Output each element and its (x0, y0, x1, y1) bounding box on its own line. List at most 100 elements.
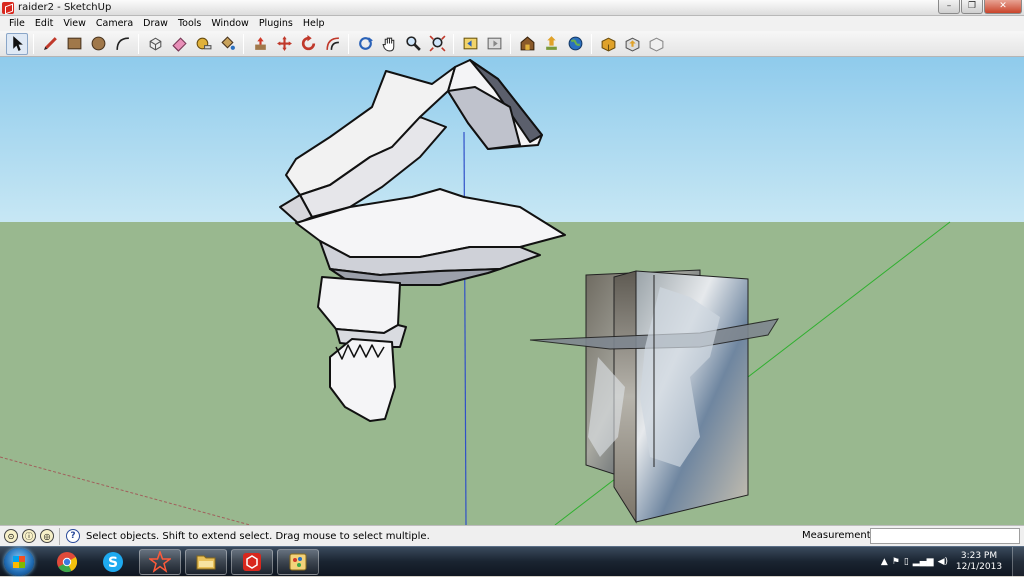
tape-icon (196, 37, 211, 50)
select-tool[interactable] (6, 32, 28, 55)
rectangle-tool[interactable] (63, 33, 85, 55)
toolbar-separator (138, 33, 139, 54)
google-earth-tool[interactable] (564, 33, 586, 55)
eraser-tool[interactable] (168, 33, 190, 55)
rotate-tool[interactable] (297, 33, 319, 55)
start-button[interactable] (4, 548, 34, 576)
push-pull-tool[interactable] (249, 33, 271, 55)
extension-tool[interactable] (645, 33, 667, 55)
circle-tool[interactable] (87, 33, 109, 55)
chrome-app[interactable] (46, 549, 88, 575)
3d-app[interactable] (139, 549, 181, 575)
zoom-tool[interactable] (402, 33, 424, 55)
get-models-tool[interactable] (516, 33, 538, 55)
next-view-tool[interactable] (483, 33, 505, 55)
sketchup-app[interactable] (231, 549, 273, 575)
close-button[interactable]: ✕ (984, 0, 1022, 14)
paint-bucket-tool[interactable] (216, 33, 238, 55)
share-component-tool[interactable] (621, 33, 643, 55)
folder-icon (196, 555, 216, 570)
clock[interactable]: 3:23 PM 12/1/2013 (950, 551, 1008, 573)
clock-date: 12/1/2013 (955, 562, 1003, 572)
orbit-tool[interactable] (354, 33, 376, 55)
share-model-tool[interactable] (540, 33, 562, 55)
menu-help[interactable]: Help (298, 16, 330, 31)
scene-canvas[interactable] (0, 57, 1024, 525)
measurements-input[interactable] (870, 528, 1020, 544)
previous-view-tool[interactable] (459, 33, 481, 55)
sketchup-logo-icon[interactable] (2, 1, 14, 14)
menu-view[interactable]: View (58, 16, 91, 31)
status-message: Select objects. Shift to extend select. … (86, 530, 430, 542)
pan-tool[interactable] (378, 33, 400, 55)
model-viewport[interactable] (0, 57, 1024, 525)
skype-app[interactable]: S (92, 549, 134, 575)
toolbar-separator (453, 33, 454, 54)
tape-measure-tool[interactable] (192, 33, 214, 55)
status-bar: ⊙ ⓘ ◎ ? Select objects. Shift to extend … (0, 525, 1024, 546)
share-icon (545, 36, 557, 50)
help-icon[interactable]: ? (66, 529, 80, 543)
menu-edit[interactable]: Edit (30, 16, 58, 31)
menu-file[interactable]: File (4, 16, 30, 31)
previous-icon (463, 37, 477, 50)
pencil-tool[interactable] (39, 33, 61, 55)
eraser-icon (171, 37, 187, 52)
move-icon (276, 36, 292, 51)
offset-icon (325, 37, 339, 50)
paint-icon (289, 553, 307, 571)
circle-icon (91, 36, 105, 51)
credits-icon[interactable]: ⓘ (22, 529, 36, 543)
toolbar-separator (33, 33, 34, 54)
window-title: raider2 - SketchUp (18, 2, 112, 13)
flag-icon[interactable]: ⚑ (892, 557, 900, 567)
explorer-app[interactable] (185, 549, 227, 575)
magnifier-icon (405, 36, 421, 51)
show-desktop-button[interactable] (1012, 547, 1024, 577)
hand-icon (381, 37, 394, 52)
push-pull-icon (254, 37, 266, 50)
menu-draw[interactable]: Draw (138, 16, 173, 31)
star-icon (149, 551, 171, 573)
minimize-button[interactable]: – (938, 0, 960, 14)
get-components-icon (601, 37, 615, 52)
menu-tools[interactable]: Tools (173, 16, 206, 31)
status-divider (59, 527, 60, 545)
component-icon (149, 37, 161, 51)
network-icon[interactable]: ▂▄▆ (913, 557, 934, 567)
show-hidden-icons-icon[interactable]: ▲ (881, 557, 888, 567)
get-components-tool[interactable] (597, 33, 619, 55)
orbit-icon (358, 37, 373, 50)
window-controls: – ❐ ✕ (938, 0, 1022, 14)
menu-plugins[interactable]: Plugins (254, 16, 298, 31)
pencil-icon (43, 37, 57, 50)
windows-taskbar: S ▲ ⚑ ▯ ▂▄▆ ◀) 3:23 PM 12/1/2013 (0, 546, 1024, 577)
power-icon[interactable]: ▯ (904, 557, 909, 567)
paint-app[interactable] (277, 549, 319, 575)
skype-icon: S (103, 552, 123, 572)
arrow-icon (12, 36, 23, 51)
extension-icon (649, 37, 663, 52)
paint-bucket-icon (220, 36, 235, 50)
warehouse-icon (520, 36, 534, 51)
menu-bar: File Edit View Camera Draw Tools Window … (0, 16, 1024, 31)
volume-icon[interactable]: ◀) (938, 557, 948, 567)
maximize-button[interactable]: ❐ (961, 0, 983, 14)
move-tool[interactable] (273, 33, 295, 55)
menu-camera[interactable]: Camera (91, 16, 138, 31)
signin-icon[interactable]: ◎ (40, 529, 54, 543)
clock-time: 3:23 PM (960, 551, 998, 561)
title-bar: raider2 - SketchUp – ❐ ✕ (0, 0, 1024, 16)
toolbar-separator (243, 33, 244, 54)
toolbar-separator (348, 33, 349, 54)
next-icon (487, 37, 501, 50)
share-component-icon (625, 37, 639, 52)
menu-window[interactable]: Window (206, 16, 253, 31)
zoom-extents-tool[interactable] (426, 33, 448, 55)
system-tray: ▲ ⚑ ▯ ▂▄▆ ◀) 3:23 PM 12/1/2013 (879, 547, 1024, 577)
geolocation-icon[interactable]: ⊙ (4, 529, 18, 543)
arc-tool[interactable] (111, 33, 133, 55)
ground (0, 222, 1024, 525)
offset-tool[interactable] (321, 33, 343, 55)
make-component-tool[interactable] (144, 33, 166, 55)
